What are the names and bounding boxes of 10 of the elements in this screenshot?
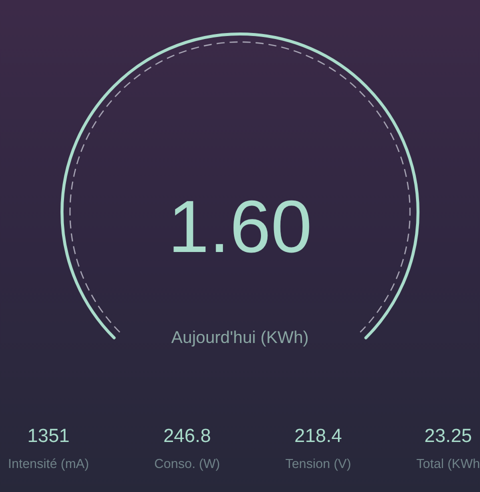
gauge-label: Aujourd'hui (KWh) xyxy=(171,328,309,348)
stat-value: 1351 xyxy=(27,426,70,448)
stat-value: 218.4 xyxy=(294,426,342,448)
stat-value: 23.25 xyxy=(424,426,472,448)
stat-value: 246.8 xyxy=(163,426,211,448)
stat-label: Total (KWh xyxy=(416,456,480,471)
stat-label: Conso. (W) xyxy=(154,456,220,471)
gauge-value: 1.60 xyxy=(168,190,312,264)
stat-label: Intensité (mA) xyxy=(8,456,89,471)
stat-label: Tension (V) xyxy=(285,456,352,471)
